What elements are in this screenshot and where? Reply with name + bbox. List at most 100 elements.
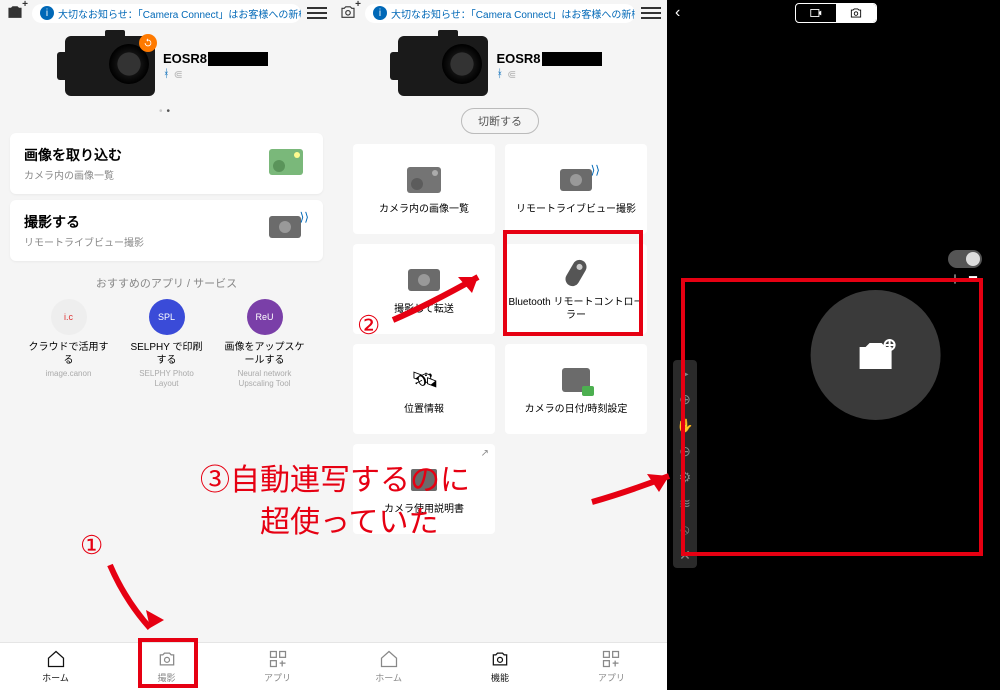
screen-bt-remote: ‹ ▸ ⊕ ✋ ⊖ ⚙ ≋ ⦸ ✕ xyxy=(667,0,1000,690)
camera-hero: EOSR8 ᚼ ⋐ xyxy=(0,26,333,102)
photo-icon xyxy=(407,163,441,197)
tab-home[interactable]: ホーム xyxy=(333,643,444,690)
shutter-button[interactable] xyxy=(810,290,940,420)
tab-home[interactable]: ホーム xyxy=(0,643,111,690)
rec-icon: i.c xyxy=(51,299,87,335)
tab-apps[interactable]: アプリ xyxy=(556,643,667,690)
calendar-icon xyxy=(562,363,590,397)
segment-video[interactable] xyxy=(796,4,836,22)
camera-info: EOSR8 ᚼ ⋐ xyxy=(496,51,601,81)
gear-icon[interactable]: ⚙ xyxy=(679,468,692,486)
camera-image xyxy=(398,36,488,96)
tile-shoot-transfer[interactable]: 撮影して転送 xyxy=(353,244,495,334)
menu-icon[interactable] xyxy=(641,7,661,19)
tile-remote-liveview[interactable]: ⟩⟩ リモートライブビュー撮影 xyxy=(505,144,647,234)
card-subtitle: カメラ内の画像一覧 xyxy=(24,167,122,182)
card-title: 画像を取り込む xyxy=(24,145,122,165)
tab-label: 機能 xyxy=(491,671,509,684)
external-link-icon: ↗ xyxy=(481,448,489,459)
tool-column: ▸ ⊕ ✋ ⊖ ⚙ ≋ ⦸ ✕ xyxy=(673,360,697,568)
notice-banner[interactable]: i 大切なお知らせ：「Camera Connect」はお客様への新機... xyxy=(32,4,301,23)
wifi-icon: ⋐ xyxy=(507,68,516,81)
camera-hero: EOSR8 ᚼ ⋐ xyxy=(333,26,667,102)
rec-icon: SPL xyxy=(149,299,185,335)
recommendations-row: i.c クラウドで活用する image.canon SPL SELPHY で印刷… xyxy=(0,299,333,388)
tab-apps[interactable]: アプリ xyxy=(222,643,333,690)
tile-datetime[interactable]: カメラの日付/時刻設定 xyxy=(505,344,647,434)
tab-label: アプリ xyxy=(264,671,291,684)
remote-camera-icon: ⟩⟩ xyxy=(269,216,309,246)
notice-text: 大切なお知らせ：「Camera Connect」はお客様への新機... xyxy=(391,6,635,21)
remote-icon xyxy=(569,256,583,290)
minus-icon[interactable]: ⊖ xyxy=(679,442,691,460)
tab-label: 撮影 xyxy=(157,671,175,684)
tab-shoot[interactable]: 撮影 xyxy=(111,643,222,690)
rec-sub: image.canon xyxy=(29,369,109,379)
rec-sub: Neural network Upscaling Tool xyxy=(225,369,305,388)
back-icon[interactable]: ‹ xyxy=(675,4,680,22)
rec-title: クラウドで活用する xyxy=(29,341,109,367)
recommendations-title: おすすめのアプリ / サービス xyxy=(0,275,333,291)
tab-label: ホーム xyxy=(375,671,402,684)
tile-manual[interactable]: ↗ カメラ使用説明書 xyxy=(353,444,495,534)
plus-icon[interactable]: ⊕ xyxy=(679,390,691,408)
camera-image xyxy=(65,36,155,96)
close-icon[interactable]: ✕ xyxy=(679,546,691,564)
notice-banner[interactable]: i 大切なお知らせ：「Camera Connect」はお客様への新機... xyxy=(365,4,635,23)
card-shoot[interactable]: 撮影する リモートライブビュー撮影 ⟩⟩ xyxy=(10,200,323,261)
tab-functions[interactable]: 機能 xyxy=(444,643,555,690)
tile-bluetooth-remote[interactable]: Bluetooth リモートコントローラー xyxy=(505,244,647,334)
add-camera-icon[interactable]: + xyxy=(6,3,26,23)
info-icon: i xyxy=(40,6,54,20)
camera-transfer-icon xyxy=(408,263,440,297)
tile-label: Bluetooth リモートコントローラー xyxy=(505,296,647,322)
camera-name: EOSR8 xyxy=(496,51,540,66)
card-subtitle: リモートライブビュー撮影 xyxy=(24,234,144,249)
rec-item-imagecanon[interactable]: i.c クラウドで活用する image.canon xyxy=(29,299,109,388)
menu-icon[interactable] xyxy=(307,7,327,19)
book-icon xyxy=(411,463,437,497)
rec-item-upscale[interactable]: ReU 画像をアップスケールする Neural network Upscalin… xyxy=(225,299,305,388)
tile-label: 撮影して転送 xyxy=(394,303,454,316)
annotation-arrow-1 xyxy=(100,560,170,640)
function-grid: カメラ内の画像一覧 ⟩⟩ リモートライブビュー撮影 撮影して転送 Bluetoo… xyxy=(333,144,667,554)
segment-photo[interactable] xyxy=(836,4,876,22)
play-icon[interactable]: ▸ xyxy=(681,364,688,382)
rec-item-selphy[interactable]: SPL SELPHY で印刷する SELPHY Photo Layout xyxy=(127,299,207,388)
mode-segmented[interactable] xyxy=(795,3,877,23)
rec-icon: ReU xyxy=(247,299,283,335)
remote-camera-icon: ⟩⟩ xyxy=(560,163,592,197)
tile-location[interactable]: 位置情報 xyxy=(353,344,495,434)
hand-icon[interactable]: ✋ xyxy=(676,416,693,434)
page-dots[interactable]: •• xyxy=(0,102,333,127)
refresh-badge-icon[interactable] xyxy=(139,34,157,52)
redacted-serial xyxy=(542,52,602,66)
top-bar: ‹ xyxy=(667,0,1000,26)
add-camera-icon[interactable]: + xyxy=(339,3,359,23)
tab-label: ホーム xyxy=(42,671,69,684)
screen-home: + i 大切なお知らせ：「Camera Connect」はお客様への新機... … xyxy=(0,0,333,690)
disconnect-button[interactable]: 切断する xyxy=(461,108,539,134)
tile-label: カメラの日付/時刻設定 xyxy=(525,403,628,416)
top-bar: + i 大切なお知らせ：「Camera Connect」はお客様への新機... xyxy=(333,0,667,26)
card-import-images[interactable]: 画像を取り込む カメラ内の画像一覧 xyxy=(10,133,323,194)
wifi-icon: ⋐ xyxy=(174,68,183,81)
redacted-serial xyxy=(208,52,268,66)
card-title: 撮影する xyxy=(24,212,144,232)
wave-icon[interactable]: ≋ xyxy=(679,494,691,512)
screen-functions: + i 大切なお知らせ：「Camera Connect」はお客様への新機... … xyxy=(333,0,667,690)
eye-off-icon[interactable]: ⦸ xyxy=(680,520,689,538)
af-toggle[interactable] xyxy=(948,250,982,268)
mode-indicator xyxy=(948,272,980,286)
notice-text: 大切なお知らせ：「Camera Connect」はお客様への新機... xyxy=(58,6,301,21)
tile-label: リモートライブビュー撮影 xyxy=(516,203,636,216)
tile-label: カメラ使用説明書 xyxy=(384,503,464,516)
rec-title: SELPHY で印刷する xyxy=(127,341,207,367)
tile-images-on-camera[interactable]: カメラ内の画像一覧 xyxy=(353,144,495,234)
photo-icon xyxy=(269,149,309,179)
bottom-tabs: ホーム 撮影 アプリ xyxy=(0,642,333,690)
tile-label: 位置情報 xyxy=(404,403,444,416)
annotation-number-1: ① xyxy=(80,530,103,561)
rec-sub: SELPHY Photo Layout xyxy=(127,369,207,388)
bluetooth-icon: ᚼ xyxy=(496,68,503,81)
